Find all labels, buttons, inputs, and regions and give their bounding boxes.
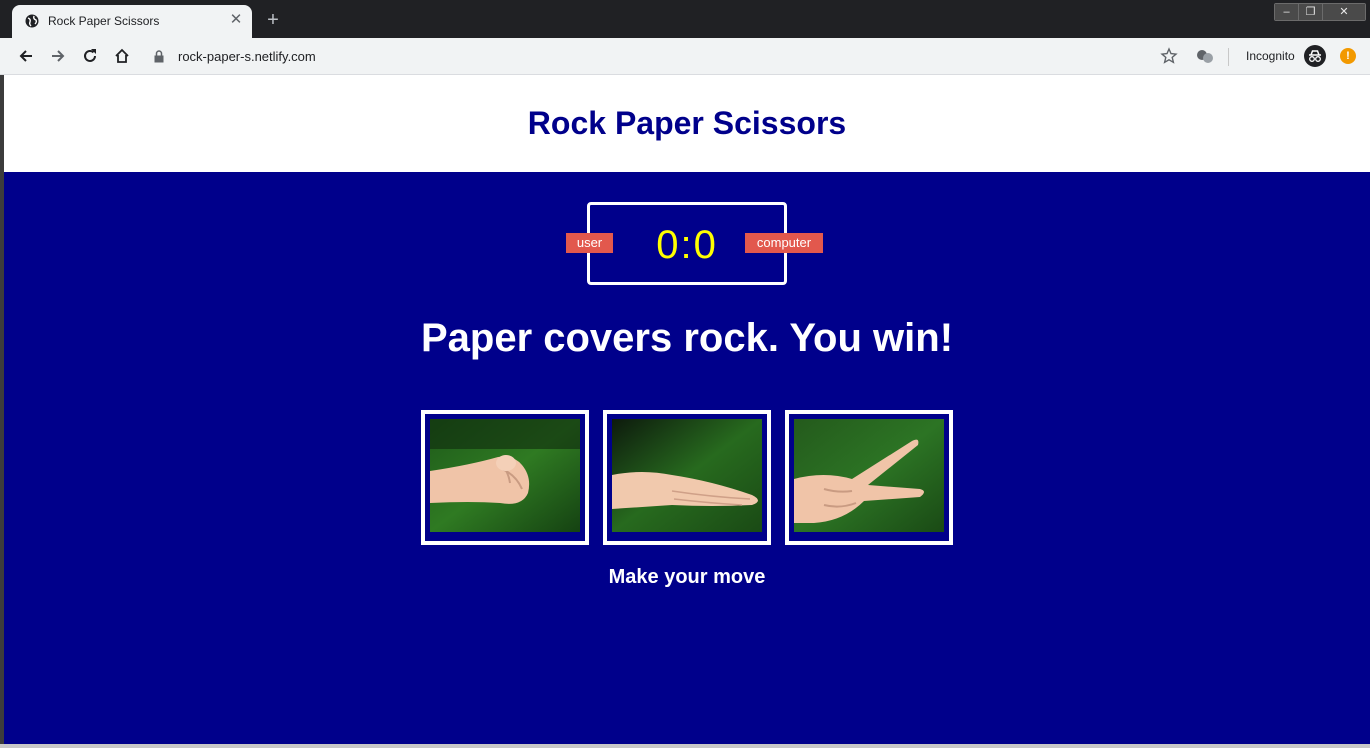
incognito-icon[interactable] <box>1304 45 1326 67</box>
extension-icon[interactable] <box>1195 47 1215 65</box>
window-bottom-edge <box>0 744 1370 748</box>
toolbar-separator <box>1228 48 1229 66</box>
address-bar[interactable]: rock-paper-s.netlify.com <box>146 42 1186 71</box>
user-score: 0 <box>656 223 681 267</box>
computer-badge: computer <box>745 233 823 253</box>
scissors-choice-button[interactable] <box>785 410 953 545</box>
reload-icon <box>84 49 96 62</box>
url-text: rock-paper-s.netlify.com <box>178 49 316 64</box>
globe-icon <box>25 14 39 28</box>
rock-hand-image <box>430 419 580 532</box>
page-viewport: Rock Paper Scissors 0:0 user computer Pa… <box>4 75 1370 744</box>
result-message: Paper covers rock. You win! <box>420 316 954 360</box>
update-alert-icon[interactable]: ! <box>1340 48 1356 64</box>
tab-title: Rock Paper Scissors <box>48 14 160 28</box>
lock-icon <box>154 50 164 63</box>
restore-button[interactable]: ❐ <box>1299 4 1323 20</box>
window-controls: – ❐ ✕ <box>1274 3 1366 21</box>
score-separator: : <box>680 223 694 267</box>
forward-button[interactable] <box>44 42 72 70</box>
paper-choice-button[interactable] <box>603 410 771 545</box>
tab-strip: Rock Paper Scissors ✕ + – ❐ ✕ <box>0 0 1370 38</box>
home-icon <box>115 48 129 63</box>
new-tab-icon[interactable]: + <box>262 10 284 32</box>
page-title: Rock Paper Scissors <box>527 105 847 141</box>
computer-score: 0 <box>693 223 718 267</box>
tab-close-icon[interactable]: ✕ <box>228 12 244 28</box>
home-button[interactable] <box>108 42 136 70</box>
back-button[interactable] <box>12 42 40 70</box>
game-area: 0:0 user computer Paper covers rock. You… <box>4 172 1370 744</box>
reload-button[interactable] <box>76 42 104 70</box>
bookmark-star-icon[interactable] <box>1160 47 1178 65</box>
page-header: Rock Paper Scissors <box>4 75 1370 172</box>
forward-arrow-icon <box>52 50 65 62</box>
move-prompt: Make your move <box>608 566 766 588</box>
scissors-hand-image <box>794 419 944 532</box>
paper-hand-image <box>612 419 762 532</box>
close-window-button[interactable]: ✕ <box>1323 4 1365 20</box>
minimize-button[interactable]: – <box>1275 4 1299 20</box>
user-badge: user <box>566 233 613 253</box>
back-arrow-icon <box>19 50 32 62</box>
tab-active[interactable]: Rock Paper Scissors ✕ <box>12 5 252 38</box>
browser-toolbar: rock-paper-s.netlify.com Incognito ! <box>0 38 1370 75</box>
rock-choice-button[interactable] <box>421 410 589 545</box>
incognito-label: Incognito <box>1246 49 1295 63</box>
incognito-glyph-icon <box>1309 50 1321 62</box>
